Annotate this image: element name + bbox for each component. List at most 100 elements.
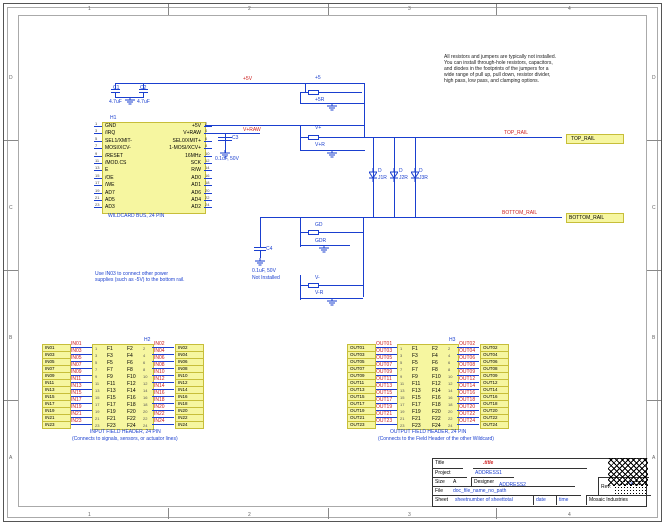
chip-rnum-10: 22 xyxy=(205,195,209,200)
chip-rnum-2: 6 xyxy=(205,136,207,141)
label-vminus: V- xyxy=(315,275,320,281)
ruler-row-Br: B xyxy=(652,335,655,341)
chip-lpin-3: MOSI/XCV- xyxy=(105,145,131,151)
sig-in-r-5: OUT12 xyxy=(459,376,475,382)
ruler-col-4b: 4 xyxy=(568,512,571,518)
gnd-5r xyxy=(326,103,338,111)
sig-in-r-8: IN18 xyxy=(154,397,165,403)
sig-in-r-2: OUT06 xyxy=(459,355,475,361)
chip-rnum-11: 24 xyxy=(205,202,209,207)
chip-rpin-7: AD0 xyxy=(163,175,201,181)
h2-sub: (Connects to signals, sensors, or actuat… xyxy=(72,436,178,442)
j3r-lbl: J3R xyxy=(419,175,428,181)
gnd-vmr xyxy=(326,298,338,306)
ruler-col-3t: 3 xyxy=(408,6,411,12)
sig-in-l-3: OUT07 xyxy=(376,362,392,368)
sig-in-r-7: IN16 xyxy=(154,390,165,396)
sig-in-l-11: IN23 xyxy=(71,418,82,424)
ruler-row-Cl: C xyxy=(9,205,13,211)
net-bottom-rail: BOTTOM_RAIL xyxy=(502,210,537,216)
sig-in-l-3: IN07 xyxy=(71,362,82,368)
label-+5v: +5V xyxy=(243,76,252,82)
label-vplus: V+ xyxy=(315,125,321,131)
sig-in-r-10: IN22 xyxy=(154,411,165,417)
port-r-11: IN24 xyxy=(175,421,204,429)
j1r-lbl: J1R xyxy=(378,175,387,181)
label-vraw: V+RAW xyxy=(243,127,261,133)
ruler-row-Bl: B xyxy=(9,335,12,341)
gnd-c1c2 xyxy=(124,97,136,105)
j3r xyxy=(411,168,419,182)
sig-in-r-9: OUT20 xyxy=(459,404,475,410)
note-power: Use IN03 to connect other powersupplies … xyxy=(95,271,215,283)
sig-in-l-5: OUT11 xyxy=(376,376,392,382)
port-l-11: IN23 xyxy=(42,421,71,429)
h3-ref: H3 xyxy=(449,337,455,343)
chip-rnum-9: 20 xyxy=(205,188,209,193)
sig-in-l-10: OUT21 xyxy=(376,411,392,417)
chip-lnum-6: 13 xyxy=(95,165,99,170)
port-l-11: OUT23 xyxy=(347,421,376,429)
ruler-row-Ar: A xyxy=(652,455,655,461)
sig-in-l-2: OUT05 xyxy=(376,355,392,361)
gnd-vr xyxy=(326,150,338,158)
ruler-col-2b: 2 xyxy=(248,512,251,518)
logo-dots xyxy=(614,480,648,494)
input-header: 1 F1 F2 23 F3 F4 45 F5 F6 67 F7 F8 89 F9… xyxy=(92,344,154,430)
sig-in-r-0: IN02 xyxy=(154,341,165,347)
chip-rnum-6: 14 xyxy=(205,165,209,170)
chip-lpin-0: GND xyxy=(105,123,116,129)
sig-in-l-8: OUT17 xyxy=(376,397,392,403)
chip-rpin-0: +5V xyxy=(163,123,201,129)
chip-rpin-5: SCK xyxy=(163,160,201,166)
chip-lpin-1: /IRQ xyxy=(105,130,115,136)
chip-rnum-4: 10 xyxy=(205,151,209,156)
port-bottom-rail: BOTTOM_RAIL xyxy=(566,213,624,223)
chip-lnum-8: 17 xyxy=(95,180,99,185)
ruler-row-Dr: D xyxy=(652,75,656,81)
c1-val: 4.7uF xyxy=(109,99,122,105)
ruler-col-2t: 2 xyxy=(248,6,251,12)
c4-ref: C4 xyxy=(266,246,272,252)
gnd-gdr xyxy=(318,245,330,253)
c4-val: 0.1uF, 50V xyxy=(252,268,276,274)
chip-lpin-2: SEL1/XMIT- xyxy=(105,138,132,144)
sig-in-r-7: OUT16 xyxy=(459,390,475,396)
sig-in-l-5: IN11 xyxy=(71,376,81,382)
sig-in-r-1: OUT04 xyxy=(459,348,475,354)
gnd-c3 xyxy=(219,150,231,158)
chip-rpin-6: R/W xyxy=(163,167,201,173)
ruler-row-Al: A xyxy=(9,455,12,461)
chip-lnum-11: 23 xyxy=(95,202,99,207)
j1r-d: D xyxy=(378,168,382,174)
sig-in-l-9: OUT19 xyxy=(376,404,392,410)
sig-in-r-3: IN08 xyxy=(154,362,165,368)
j2r-lbl: J2R xyxy=(399,175,408,181)
sig-in-l-7: OUT15 xyxy=(376,390,392,396)
tb-title-val: .title xyxy=(481,459,585,468)
sig-in-r-2: IN06 xyxy=(154,355,165,361)
sig-in-r-6: OUT14 xyxy=(459,383,475,389)
label-gdr: GDR xyxy=(315,238,326,244)
chip-lnum-4: 9 xyxy=(95,151,97,156)
j2r xyxy=(390,168,398,182)
sig-in-r-6: IN14 xyxy=(154,383,165,389)
j3r-d: D xyxy=(419,168,423,174)
label-gd: GD xyxy=(315,222,323,228)
chip-lpin-5: /MOD.CS xyxy=(105,160,126,166)
chip-lnum-3: 7 xyxy=(95,143,97,148)
sig-in-l-6: IN13 xyxy=(71,383,82,389)
sig-in-r-3: OUT08 xyxy=(459,362,475,368)
chip-lnum-2: 5 xyxy=(95,136,97,141)
sig-in-r-11: OUT24 xyxy=(459,418,475,424)
sig-in-l-1: IN03 xyxy=(71,348,82,354)
chip-lnum-9: 19 xyxy=(95,188,99,193)
chip-rpin-2: SEL0/XMIT+ xyxy=(163,138,201,144)
port-top-rail: TOP_RAIL xyxy=(566,134,624,144)
chip-lnum-0: 1 xyxy=(95,121,97,126)
net-top-rail: TOP_RAIL xyxy=(504,130,528,136)
chip-rpin-1: V+RAW xyxy=(163,130,201,136)
ruler-row-Cr: C xyxy=(652,205,656,211)
chip-lnum-7: 15 xyxy=(95,173,99,178)
gnd-c4 xyxy=(254,258,266,266)
